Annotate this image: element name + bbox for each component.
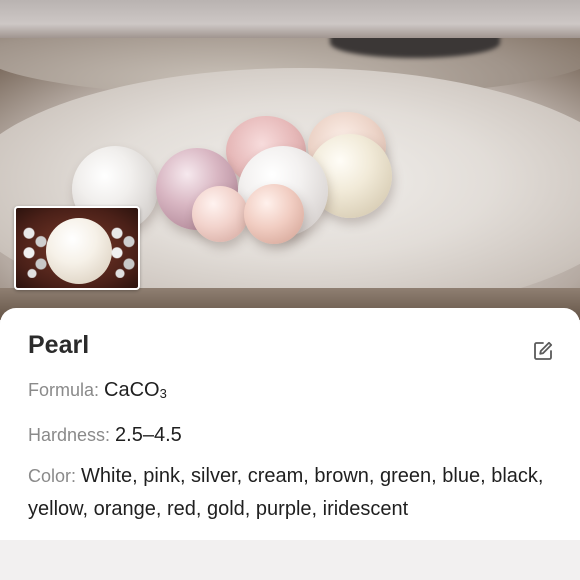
hardness-label: Hardness:	[28, 425, 116, 445]
formula-label: Formula:	[28, 380, 105, 400]
mineral-name: Pearl	[28, 331, 90, 359]
hardness-row: Hardness: 2.5–4.5	[28, 419, 552, 451]
color-row: Color: White, pink, silver, cream, brown…	[28, 460, 552, 526]
formula-value: CaCO3	[104, 379, 167, 401]
color-label: Color:	[28, 466, 82, 486]
pearl	[244, 184, 304, 244]
bottom-strip	[0, 540, 580, 580]
top-blurred-strip	[0, 0, 580, 40]
pearl	[192, 186, 248, 242]
edit-button[interactable]	[532, 340, 554, 362]
silver-beads	[108, 222, 138, 278]
color-value: White, pink, silver, cream, brown, green…	[28, 465, 544, 520]
pearl	[46, 218, 112, 284]
info-card: Pearl Formula: CaCO3 Hardness: 2.5–4.5 C…	[0, 308, 580, 540]
hardness-value: 2.5–4.5	[115, 424, 182, 446]
photo-thumbnail[interactable]	[14, 206, 140, 290]
formula-row: Formula: CaCO3	[28, 374, 552, 410]
edit-icon	[534, 341, 553, 360]
